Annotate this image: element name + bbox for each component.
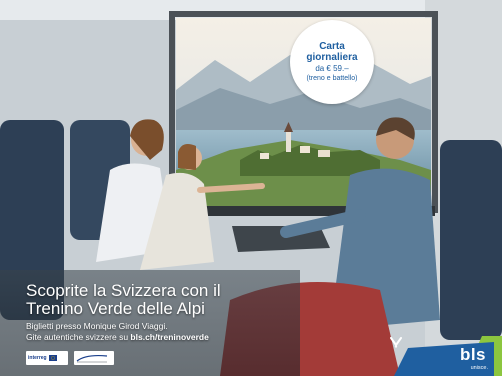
website-link[interactable]: bls.ch/treninoverde — [130, 332, 208, 342]
partner-logo-2-mark — [76, 354, 108, 363]
eu-flag-icon — [48, 355, 57, 361]
house-3 — [260, 153, 269, 159]
badge-title-line2: giornaliera — [306, 51, 358, 63]
train-window-scene — [0, 0, 502, 376]
bls-wordmark: bls — [459, 345, 486, 364]
interreg-logo: interreg — [26, 351, 68, 365]
info-text: Biglietti presso Monique Girod Viaggi. G… — [26, 321, 209, 343]
headline-line1: Scoprite la Svizzera con il — [26, 281, 221, 300]
info-line1: Biglietti presso Monique Girod Viaggi. — [26, 321, 168, 331]
advertisement: Carta giornaliera da € 59.– (treno e bat… — [0, 0, 502, 376]
bls-train-icon — [390, 337, 402, 348]
partner-logo-2 — [74, 351, 114, 365]
girl-arm — [197, 183, 265, 193]
badge-note: (treno e battello) — [306, 74, 358, 82]
girl-hair — [178, 144, 196, 170]
partner-logos: interreg — [26, 351, 114, 365]
headline: Scoprite la Svizzera con il Trenino Verd… — [26, 282, 221, 318]
bls-logo: bls unisce. — [390, 336, 502, 376]
house-1 — [300, 146, 310, 153]
badge-title-line1: Carta — [319, 40, 345, 52]
info-line2-prefix: Gite autentiche svizzere su — [26, 332, 131, 342]
interreg-logo-text: interreg — [28, 355, 47, 361]
badge-price: da € 59.– — [315, 63, 349, 73]
bls-tagline: unisce. — [470, 365, 488, 371]
seat-back-right — [440, 140, 502, 340]
house-2 — [318, 150, 330, 157]
info-line2: Gite autentiche svizzere su bls.ch/treni… — [26, 332, 209, 343]
headline-line2: Trenino Verde delle Alpi — [26, 299, 205, 318]
price-badge: Carta giornaliera da € 59.– (treno e bat… — [290, 20, 374, 104]
church-tower — [286, 132, 291, 152]
